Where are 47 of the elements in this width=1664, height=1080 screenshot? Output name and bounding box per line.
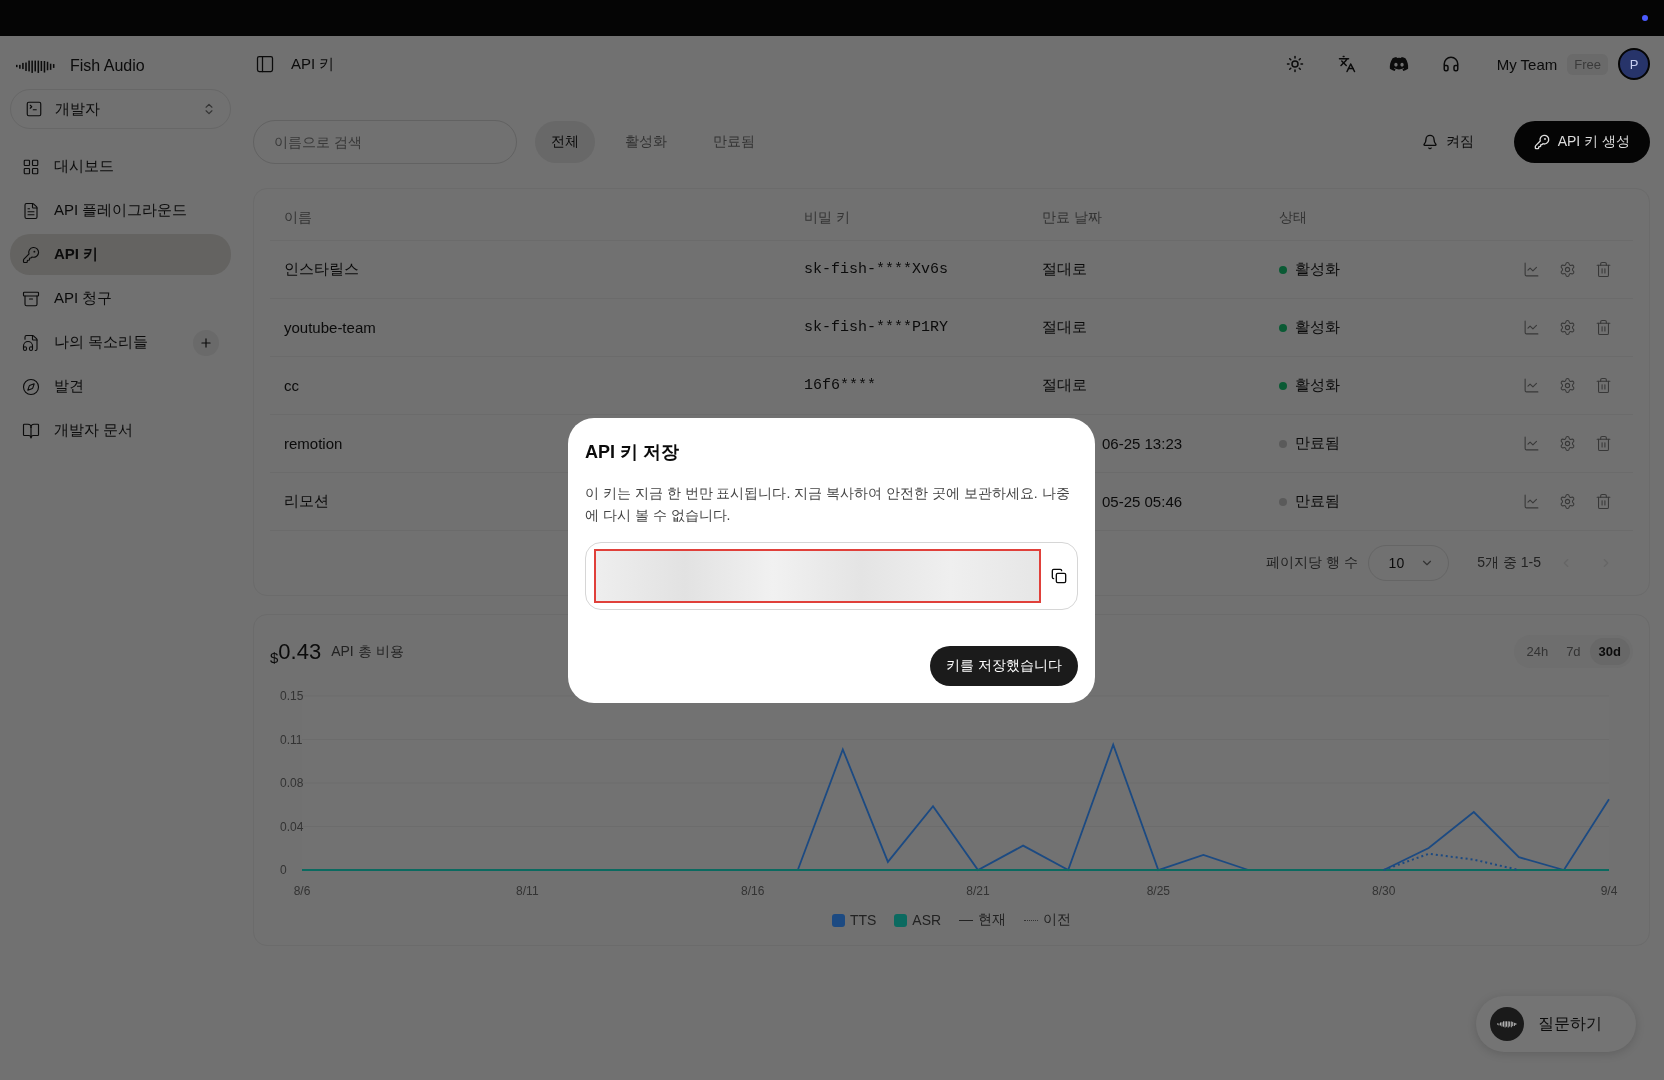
status-text: 만료됨	[1295, 492, 1340, 511]
total-cost-label: API 총 비용	[331, 642, 405, 661]
key-name-cell: 인스타릴스	[284, 260, 359, 279]
expiry-cell: 절대로	[1042, 376, 1087, 395]
status-text: 활성화	[1295, 376, 1340, 395]
expiry-cell: 06-25 13:23	[1102, 435, 1183, 452]
secret-key-cell: 16f6****	[804, 377, 876, 394]
y-tick-label: 0.11	[280, 732, 303, 747]
expiry-cell: 절대로	[1042, 260, 1087, 279]
x-tick-label: 9/4	[1600, 884, 1618, 898]
x-tick-label: 8/6	[293, 884, 311, 898]
key-name-cell: cc	[284, 377, 299, 394]
y-tick-label: 0.08	[280, 776, 304, 790]
x-tick-label: 8/11	[516, 884, 539, 898]
x-tick-label: 8/25	[1146, 884, 1170, 898]
key-name-cell: 리모션	[284, 492, 329, 511]
status-text: 활성화	[1295, 260, 1340, 279]
column-header: 이름	[284, 208, 312, 227]
expiry-cell: 05-25 05:46	[1102, 493, 1183, 510]
page-range: 5개 중 1-5	[1477, 554, 1541, 572]
column-header: 만료 날짜	[1042, 208, 1102, 227]
y-tick-label: 0.15	[280, 689, 304, 703]
status-text: 활성화	[1295, 318, 1340, 337]
legend-label: 현재	[978, 911, 1007, 929]
key-name-cell: remotion	[284, 435, 343, 452]
legend-label: TTS	[849, 912, 877, 928]
x-tick-label: 8/21	[966, 884, 990, 898]
legend-label: ASR	[912, 912, 942, 928]
column-header: 비밀 키	[804, 208, 850, 227]
key-name-cell: youtube-team	[284, 319, 376, 336]
total-cost: 0.43	[278, 638, 322, 665]
y-tick-label: 0	[280, 863, 287, 877]
x-tick-label: 8/16	[741, 884, 765, 898]
legend-label: 이전	[1043, 911, 1072, 929]
currency-symbol: $	[270, 649, 279, 668]
dialog-title: API 키 저장	[585, 441, 680, 464]
page-title: API 키	[291, 54, 336, 74]
rows-per-page-label: 페이지당 행 수	[1265, 554, 1358, 572]
secret-key-cell: sk-fish-****P1RY	[804, 319, 949, 336]
expiry-cell: 절대로	[1042, 318, 1087, 337]
y-tick-label: 0.04	[280, 819, 304, 834]
brand-name: Fish Audio	[70, 57, 145, 75]
column-header: 상태	[1279, 208, 1307, 227]
dialog-message: 이 키는 지금 한 번만 표시됩니다. 지금 복사하여 안전한 곳에 보관하세요. 나중에 다시 볼 수 없습니다.	[585, 484, 1071, 525]
secret-key-cell: sk-fish-****Xv6s	[804, 261, 949, 278]
x-tick-label: 8/30	[1372, 884, 1396, 898]
status-text: 만료됨	[1295, 434, 1340, 453]
